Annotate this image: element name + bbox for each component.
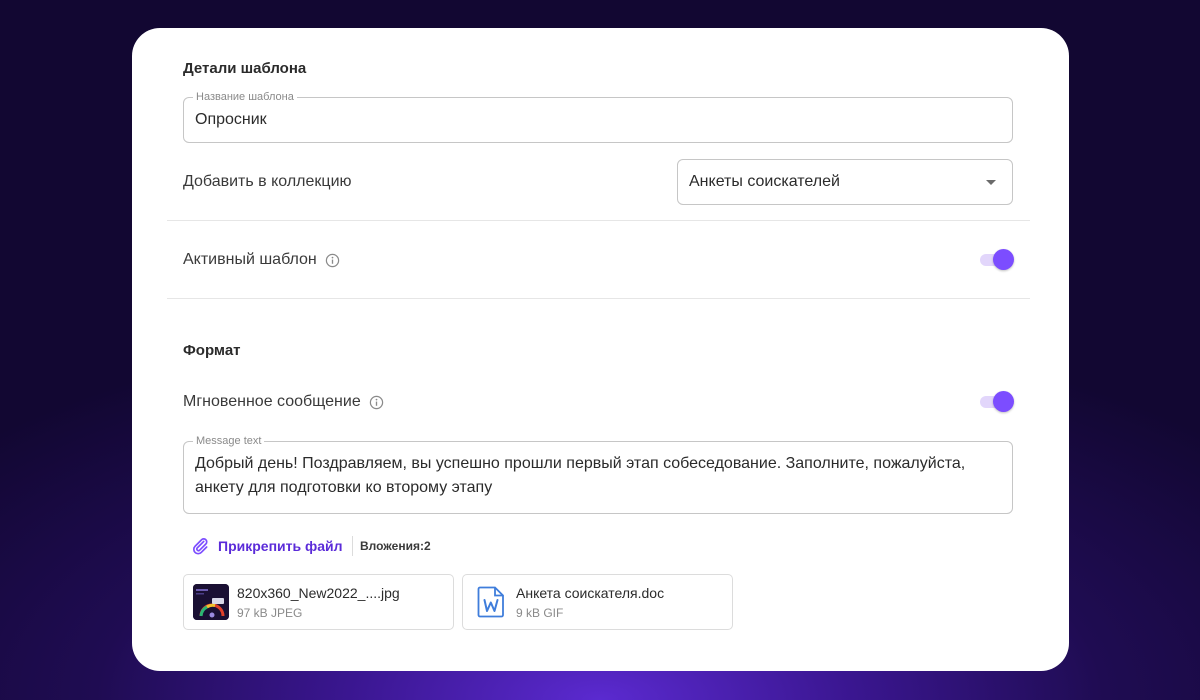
word-document-icon [477, 586, 505, 623]
word-document-icon-graphic [477, 586, 504, 618]
active-template-toggle[interactable] [978, 249, 1014, 271]
file-name: 820x360_New2022_....jpg [237, 585, 400, 601]
template-name-field[interactable]: Название шаблона Опросник [183, 90, 1013, 143]
instant-message-label-text: Мгновенное сообщение [183, 393, 361, 410]
image-thumbnail [193, 584, 229, 620]
attach-file-button[interactable]: Прикрепить файл [190, 536, 343, 556]
template-name-value[interactable]: Опросник [195, 111, 267, 129]
attachment-file-card[interactable]: 820x360_New2022_....jpg 97 kB JPEG [183, 574, 454, 630]
image-thumbnail-graphic [193, 584, 229, 620]
message-text-field[interactable]: Message text Добрый день! Поздравляем, в… [183, 434, 1013, 514]
divider [167, 220, 1030, 221]
file-meta: 97 kB JPEG [237, 606, 303, 620]
attachment-file-card[interactable]: Анкета соискателя.doc 9 kB GIF [462, 574, 733, 630]
section-title-format: Формат [183, 342, 241, 359]
instant-message-toggle[interactable] [978, 391, 1014, 413]
collection-select-value: Анкеты соискателей [689, 173, 840, 190]
instant-message-label: Мгновенное сообщение [183, 393, 384, 411]
info-icon[interactable] [369, 395, 384, 410]
divider [167, 298, 1030, 299]
template-name-legend: Название шаблона [193, 90, 297, 104]
attachments-count: Вложения:2 [360, 539, 431, 553]
collection-select[interactable]: Анкеты соискателей [677, 159, 1013, 205]
toggle-thumb [993, 249, 1014, 270]
message-text-legend: Message text [193, 434, 265, 448]
section-title-template-details: Детали шаблона [183, 60, 307, 77]
dropdown-arrow-icon [986, 180, 996, 185]
message-text-value[interactable]: Добрый день! Поздравляем, вы успешно про… [195, 452, 998, 500]
info-icon[interactable] [325, 253, 340, 268]
active-template-label-text: Активный шаблон [183, 251, 317, 268]
attach-file-label: Прикрепить файл [218, 538, 343, 554]
file-name: Анкета соискателя.doc [516, 585, 665, 601]
collection-label: Добавить в коллекцию [183, 173, 352, 191]
file-meta: 9 kB GIF [516, 606, 564, 620]
active-template-label: Активный шаблон [183, 251, 340, 269]
attach-separator [352, 536, 353, 556]
collection-label-text: Добавить в коллекцию [183, 173, 352, 190]
toggle-thumb [993, 391, 1014, 412]
paperclip-icon [192, 538, 208, 555]
template-settings-card: Детали шаблона Название шаблона Опросник… [132, 28, 1069, 671]
